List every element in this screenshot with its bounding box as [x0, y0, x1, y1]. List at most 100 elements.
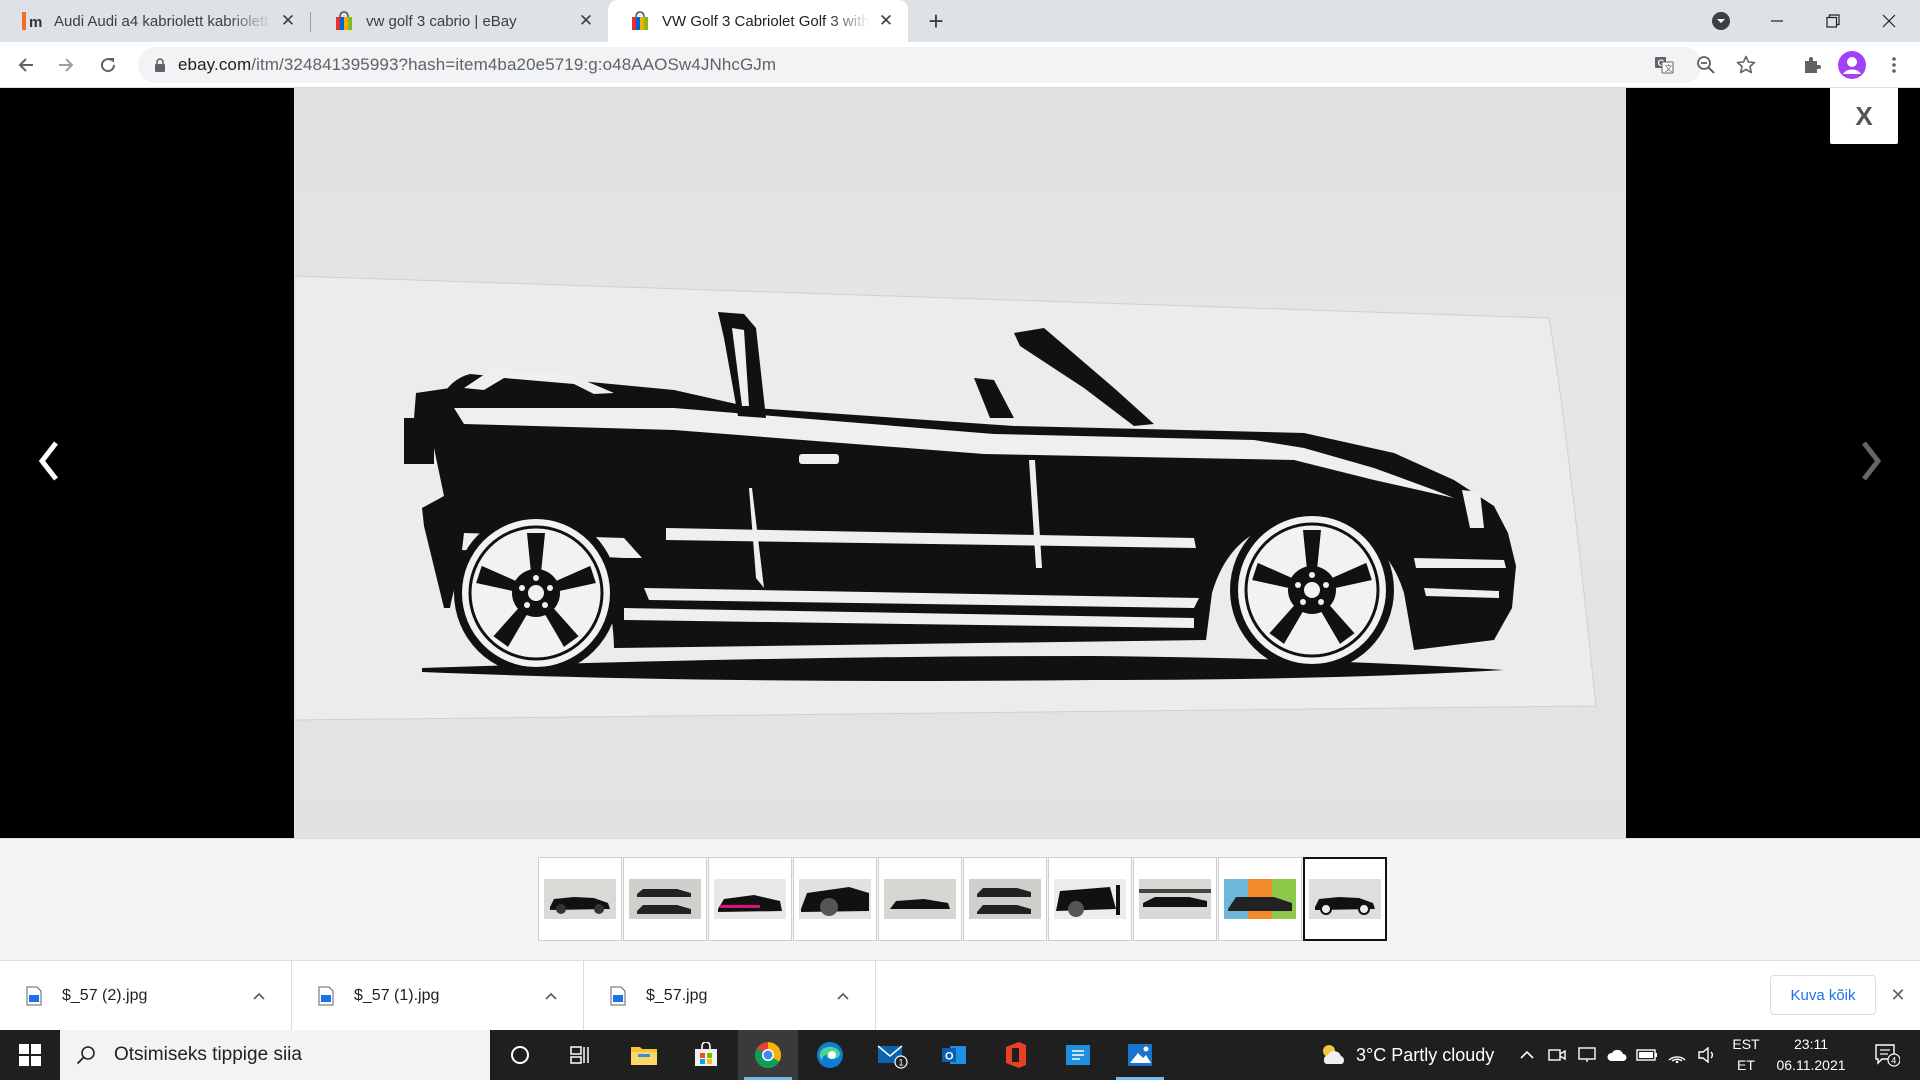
thumbnail-5[interactable] — [878, 857, 962, 941]
thumbnail-10-selected[interactable] — [1303, 857, 1387, 941]
tab-close-icon[interactable]: ✕ — [278, 11, 298, 31]
mobile-de-favicon-icon: m — [22, 11, 42, 31]
volume-button[interactable] — [1692, 1030, 1722, 1080]
minimize-button[interactable] — [1750, 0, 1804, 42]
chevron-up-icon[interactable] — [539, 984, 563, 1008]
download-filename: $_57.jpg — [646, 987, 708, 1004]
address-bar[interactable]: ebay.com/itm/324841395993?hash=item4ba20… — [138, 47, 1756, 83]
thumbnail-6[interactable] — [963, 857, 1047, 941]
back-button[interactable] — [10, 49, 42, 81]
new-tab-button[interactable]: + — [922, 6, 950, 36]
tab-title: vw golf 3 cabrio | eBay — [366, 12, 517, 30]
edge-icon — [817, 1042, 843, 1068]
url-path: /itm/324841395993?hash=item4ba20e5719:g:… — [251, 55, 777, 74]
chevron-left-icon — [38, 441, 58, 481]
download-filename: $_57 (1).jpg — [354, 987, 440, 1004]
menu-button[interactable] — [1878, 49, 1910, 81]
reload-icon — [101, 58, 116, 73]
chrome-taskbar-button[interactable] — [738, 1030, 798, 1080]
thumbnail-9[interactable] — [1218, 857, 1302, 941]
search-placeholder: Otsimiseks tippige siia — [114, 1044, 302, 1065]
show-all-downloads-button[interactable]: Kuva kõik — [1770, 975, 1876, 1015]
microsoft-store-button[interactable] — [676, 1030, 736, 1080]
chevron-up-icon[interactable] — [247, 984, 271, 1008]
image-viewer: X — [0, 88, 1920, 838]
tab-close-icon[interactable]: ✕ — [876, 11, 896, 31]
next-image-button[interactable] — [1846, 428, 1896, 494]
tab-close-icon[interactable]: ✕ — [576, 11, 596, 31]
start-button[interactable] — [0, 1030, 60, 1080]
download-item[interactable]: $_57.jpg — [584, 961, 876, 1031]
forward-button[interactable] — [50, 49, 82, 81]
mail-icon: 1 — [877, 1045, 908, 1069]
car-thumbnail-icon — [544, 879, 616, 919]
input-language-indicator[interactable]: EST ET — [1726, 1034, 1766, 1076]
onedrive-button[interactable] — [1602, 1030, 1632, 1080]
lang-top: EST — [1732, 1036, 1760, 1052]
tray-app-icon[interactable] — [1572, 1030, 1602, 1080]
chevron-up-icon[interactable] — [831, 984, 855, 1008]
car-thumbnail-icon — [969, 879, 1041, 919]
download-item[interactable]: $_57 (1).jpg — [292, 961, 584, 1031]
action-center-button[interactable]: 4 — [1862, 1030, 1912, 1080]
svg-text:O: O — [945, 1051, 954, 1063]
tab-search-button[interactable] — [1694, 0, 1748, 42]
thumbnail-2[interactable] — [623, 857, 707, 941]
car-thumbnail-icon — [1224, 879, 1296, 919]
tab-ebay-item[interactable]: VW Golf 3 Cabriolet Golf 3 with Open Roo… — [608, 0, 908, 42]
reload-button[interactable] — [92, 49, 124, 81]
restore-button[interactable] — [1806, 0, 1860, 42]
download-item[interactable]: $_57 (2).jpg — [0, 961, 292, 1031]
close-viewer-button[interactable]: X — [1830, 88, 1898, 144]
thumbnail-8[interactable] — [1133, 857, 1217, 941]
cortana-circle-icon — [511, 1046, 529, 1064]
outlook-button[interactable]: O — [924, 1030, 984, 1080]
previous-image-button[interactable] — [24, 428, 74, 494]
task-view-button[interactable] — [550, 1030, 610, 1080]
app-button[interactable] — [1048, 1030, 1108, 1080]
tab-audi[interactable]: m Audi Audi a4 kabriolett kabriolett ✕ — [0, 0, 310, 42]
battery-button[interactable] — [1632, 1030, 1662, 1080]
speaker-icon — [1698, 1047, 1713, 1063]
display-icon — [1578, 1047, 1596, 1062]
download-filename: $_57 (2).jpg — [62, 987, 148, 1004]
restore-icon — [1826, 14, 1840, 28]
wifi-button[interactable] — [1662, 1030, 1692, 1080]
taskbar-clock[interactable]: 23:11 06.11.2021 — [1768, 1034, 1854, 1076]
edge-button[interactable] — [800, 1030, 860, 1080]
clock-time: 23:11 — [1794, 1036, 1828, 1052]
zoom-out-icon — [1697, 56, 1715, 74]
tray-app-icon[interactable] — [1542, 1030, 1572, 1080]
weather-widget[interactable]: 3°C Partly cloudy — [1318, 1030, 1494, 1080]
close-download-shelf-icon[interactable]: ✕ — [1884, 981, 1912, 1009]
car-decal-image — [294, 275, 1597, 721]
thumbnail-3[interactable] — [708, 857, 792, 941]
mail-button[interactable]: 1 — [862, 1030, 922, 1080]
url-host: ebay.com — [178, 55, 252, 74]
url-text: ebay.com/itm/324841395993?hash=item4ba20… — [178, 55, 776, 75]
browser-toolbar: ebay.com/itm/324841395993?hash=item4ba20… — [0, 42, 1920, 88]
show-hidden-icons-button[interactable] — [1512, 1030, 1542, 1080]
photos-button[interactable] — [1110, 1030, 1170, 1080]
taskbar-search-box[interactable]: Otsimiseks tippige siia — [60, 1030, 490, 1080]
extensions-button[interactable] — [1796, 49, 1828, 81]
close-window-button[interactable] — [1862, 0, 1916, 42]
tab-ebay-search[interactable]: vw golf 3 cabrio | eBay ✕ — [312, 0, 608, 42]
thumbnail-1[interactable] — [538, 857, 622, 941]
chevron-down-circle-icon — [1712, 12, 1730, 30]
svg-text:m: m — [29, 14, 42, 31]
thumbnail-4[interactable] — [793, 857, 877, 941]
cortana-button[interactable] — [490, 1030, 550, 1080]
tab-strip: m Audi Audi a4 kabriolett kabriolett ✕ v… — [0, 0, 1920, 42]
profile-button[interactable] — [1836, 49, 1868, 81]
photos-icon — [1128, 1044, 1152, 1066]
thumbnail-7[interactable] — [1048, 857, 1132, 941]
meet-now-icon — [1548, 1049, 1566, 1061]
office-button[interactable] — [986, 1030, 1046, 1080]
car-thumbnail-icon — [629, 879, 701, 919]
image-file-icon — [610, 986, 626, 1006]
car-thumbnail-icon — [714, 879, 786, 919]
minimize-icon — [1771, 20, 1783, 22]
kebab-menu-icon — [1892, 57, 1896, 73]
file-explorer-button[interactable] — [614, 1030, 674, 1080]
